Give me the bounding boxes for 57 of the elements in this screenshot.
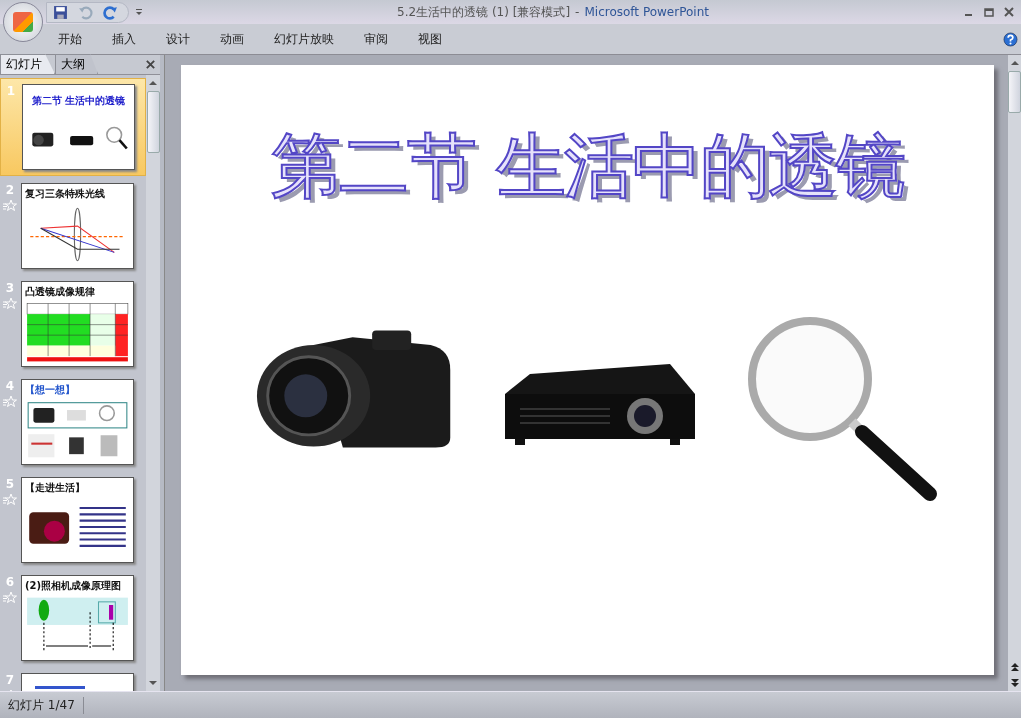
thumbnail-title: 复习三条特殊光线 bbox=[25, 187, 105, 201]
slide-thumbnail-row[interactable]: 6 (2)照相机成像原理图 bbox=[0, 570, 146, 666]
thumbnail-title: 第二节 生活中的透镜 bbox=[31, 94, 126, 108]
app-name: Microsoft PowerPoint bbox=[584, 4, 709, 19]
slide-thumbnail-row[interactable]: 4 【想一想】 bbox=[0, 374, 146, 470]
slide-number: 2 bbox=[5, 183, 15, 197]
ribbon-tab[interactable]: 设计 bbox=[166, 30, 190, 48]
slide-thumbnail-row[interactable]: 3 凸透镜成像规律 bbox=[0, 276, 146, 372]
thumbnail-title: 【走进生活】 bbox=[25, 481, 85, 495]
thumbnail-title: 凸透镜成像规律 bbox=[25, 285, 95, 299]
save-icon[interactable] bbox=[53, 4, 68, 20]
slide-thumbnail[interactable]: (2)照相机成像原理图 bbox=[21, 575, 134, 661]
previous-slide-icon[interactable] bbox=[1009, 662, 1020, 672]
scroll-up-icon[interactable] bbox=[1009, 58, 1020, 68]
ribbon-tab[interactable]: 幻灯片放映 bbox=[274, 30, 334, 48]
slide-scrollbar[interactable] bbox=[1008, 55, 1021, 691]
scrollbar-thumb[interactable] bbox=[146, 91, 160, 153]
window-title: 5.2生活中的透镜 (1) [兼容模式] bbox=[397, 4, 571, 19]
slide-thumbnail[interactable]: 第二节 生活中的透镜 bbox=[22, 84, 135, 170]
slide-thumbnail[interactable]: 凸透镜成像规律 bbox=[21, 281, 134, 367]
text-line-drawing bbox=[35, 686, 85, 689]
help-icon[interactable] bbox=[1003, 31, 1018, 47]
slide-thumbnail[interactable]: 【走进生活】 bbox=[21, 477, 134, 563]
slide-thumbnail-row[interactable]: 2 复习三条特殊光线 bbox=[0, 178, 146, 274]
scroll-up-icon[interactable] bbox=[148, 78, 158, 88]
panel-tab[interactable]: 大纲 bbox=[55, 54, 98, 74]
office-button[interactable] bbox=[3, 2, 43, 42]
customize-caret-icon[interactable] bbox=[135, 8, 143, 16]
scroll-down-icon[interactable] bbox=[148, 678, 158, 688]
ribbon-tab[interactable]: 动画 bbox=[220, 30, 244, 48]
ribbon-tab[interactable]: 视图 bbox=[418, 30, 442, 48]
slide-thumbnail-row[interactable]: 1 第二节 生活中的透镜 bbox=[0, 78, 146, 176]
close-icon[interactable] bbox=[145, 59, 156, 70]
slide-title: 第二节 生活中的透镜 bbox=[271, 124, 904, 209]
panel-tab[interactable]: 幻灯片 bbox=[0, 54, 55, 74]
thumbnail-title: 【想一想】 bbox=[25, 383, 75, 397]
slide-number: 3 bbox=[5, 281, 15, 295]
slide-number: 6 bbox=[5, 575, 15, 589]
thumbnail-scrollbar[interactable] bbox=[146, 75, 160, 691]
title-separator: - bbox=[575, 4, 580, 19]
ribbon-tab[interactable]: 审阅 bbox=[364, 30, 388, 48]
scrollbar-thumb[interactable] bbox=[1008, 71, 1021, 113]
slide-thumbnail-row[interactable]: 5 【走进生活】 bbox=[0, 472, 146, 568]
slide-number: 4 bbox=[5, 379, 15, 393]
slide-number: 5 bbox=[5, 477, 15, 491]
slide-indicator: 幻灯片 1/47 bbox=[0, 696, 84, 714]
next-slide-icon[interactable] bbox=[1009, 678, 1020, 688]
slide-thumbnail[interactable]: 复习三条特殊光线 bbox=[21, 183, 134, 269]
close-icon[interactable] bbox=[1003, 6, 1015, 18]
ribbon-tab[interactable]: 开始 bbox=[58, 30, 82, 48]
ribbon-tab[interactable]: 插入 bbox=[112, 30, 136, 48]
redo-icon[interactable] bbox=[103, 4, 118, 20]
slide-number: 7 bbox=[5, 673, 15, 687]
slide-number: 1 bbox=[6, 84, 16, 98]
slide-thumbnail[interactable]: 【想一想】 bbox=[21, 379, 134, 465]
restore-icon[interactable] bbox=[983, 6, 995, 18]
thumbnail-title: (2)照相机成像原理图 bbox=[25, 579, 122, 593]
